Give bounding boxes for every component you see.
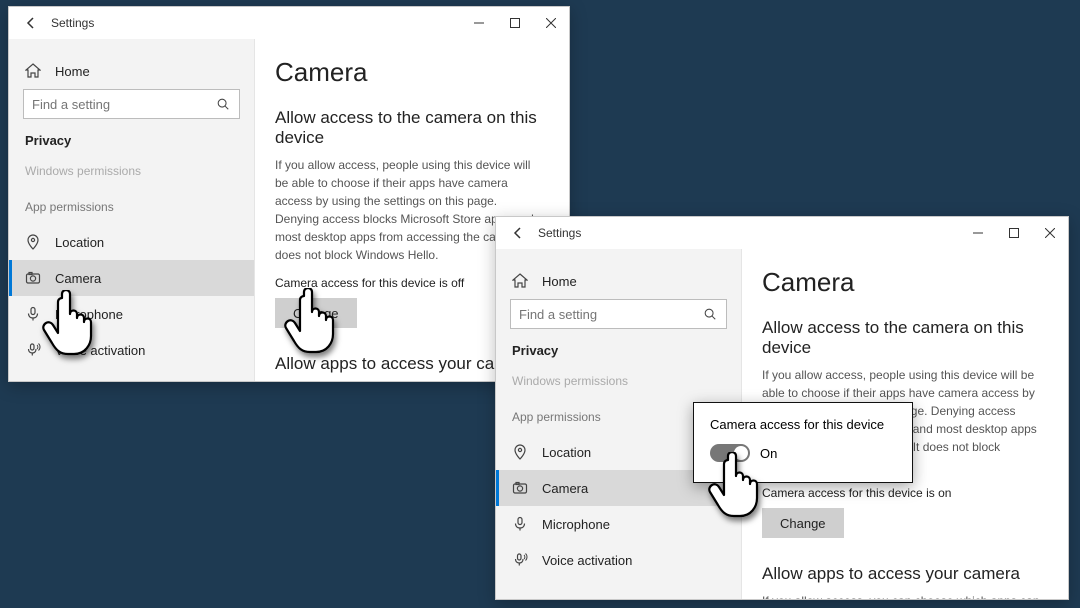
sidebar-item-voice-activation[interactable]: Voice activation [9,332,254,368]
minimize-button[interactable] [960,219,996,247]
toggle-pill-icon [710,444,750,462]
location-icon [512,444,528,460]
sidebar-item-label: Location [542,445,591,460]
search-box[interactable] [510,299,727,329]
windows-permissions-label: Windows permissions [496,370,741,394]
minimize-icon [973,228,983,238]
sidebar-item-voice-activation[interactable]: Voice activation [496,542,741,578]
search-icon [215,96,231,112]
change-button[interactable]: Change [762,508,844,538]
close-icon [1045,228,1055,238]
maximize-icon [510,18,520,28]
sidebar-item-label: Microphone [542,517,610,532]
microphone-icon [25,306,41,322]
sidebar-item-label: Voice activation [542,553,632,568]
sidebar-item-microphone[interactable]: Microphone [9,296,254,332]
close-button[interactable] [1032,219,1068,247]
camera-access-status: Camera access for this device is on [762,486,1042,500]
sidebar-item-label: Voice activation [55,343,145,358]
camera-icon [25,270,41,286]
minimize-button[interactable] [461,9,497,37]
sidebar-item-microphone[interactable]: Microphone [496,506,741,542]
maximize-icon [1009,228,1019,238]
app-permissions-label: App permissions [9,196,254,220]
privacy-heading: Privacy [496,337,741,364]
popup-title: Camera access for this device [710,417,896,432]
search-input[interactable] [32,97,209,112]
sidebar-item-label: Camera [542,481,588,496]
sidebar-item-location[interactable]: Location [9,224,254,260]
close-icon [546,18,556,28]
microphone-icon [512,516,528,532]
titlebar: Settings [496,217,1068,249]
toggle-value: On [760,446,777,461]
sidebar-home-label: Home [542,274,577,289]
sidebar-item-label: Location [55,235,104,250]
location-icon [25,234,41,250]
camera-access-toggle[interactable]: On [710,444,896,462]
windows-permissions-label: Windows permissions [9,160,254,184]
back-button[interactable] [17,9,45,37]
allow-access-heading: Allow access to the camera on this devic… [275,108,543,148]
selection-indicator [9,260,12,296]
sidebar-item-camera[interactable]: Camera [9,260,254,296]
back-button[interactable] [504,219,532,247]
search-input[interactable] [519,307,696,322]
search-icon [702,306,718,322]
home-icon [25,63,41,79]
sidebar-home[interactable]: Home [9,53,254,89]
sidebar-item-label: Camera [55,271,101,286]
search-box[interactable] [23,89,240,119]
sidebar-item-label: Microphone [55,307,123,322]
arrow-left-icon [511,226,525,240]
allow-access-heading: Allow access to the camera on this devic… [762,318,1042,358]
sidebar-home-label: Home [55,64,90,79]
change-button[interactable]: Change [275,298,357,328]
watermark-text: TFIX [1018,574,1070,600]
arrow-left-icon [24,16,38,30]
close-button[interactable] [533,9,569,37]
maximize-button[interactable] [996,219,1032,247]
camera-icon [512,480,528,496]
camera-access-popup: Camera access for this device On [693,402,913,483]
page-title: Camera [762,267,1042,298]
titlebar: Settings [9,7,569,39]
window-title: Settings [538,226,581,240]
privacy-heading: Privacy [9,127,254,154]
voice-icon [25,342,41,358]
home-icon [512,273,528,289]
window-title: Settings [51,16,94,30]
allow-apps-description: If you allow access, you can choose whic… [762,592,1042,599]
sidebar: Home Privacy Windows permissions App per… [9,39,255,381]
settings-window-1: Settings Home Privacy Windows permission… [8,6,570,382]
minimize-icon [474,18,484,28]
selection-indicator [496,470,499,506]
voice-icon [512,552,528,568]
sidebar-home[interactable]: Home [496,263,741,299]
allow-apps-heading: Allow apps to access your camera [762,564,1042,584]
change-button-label: Change [780,516,826,531]
change-button-label: Change [293,306,339,321]
page-title: Camera [275,57,543,88]
maximize-button[interactable] [497,9,533,37]
